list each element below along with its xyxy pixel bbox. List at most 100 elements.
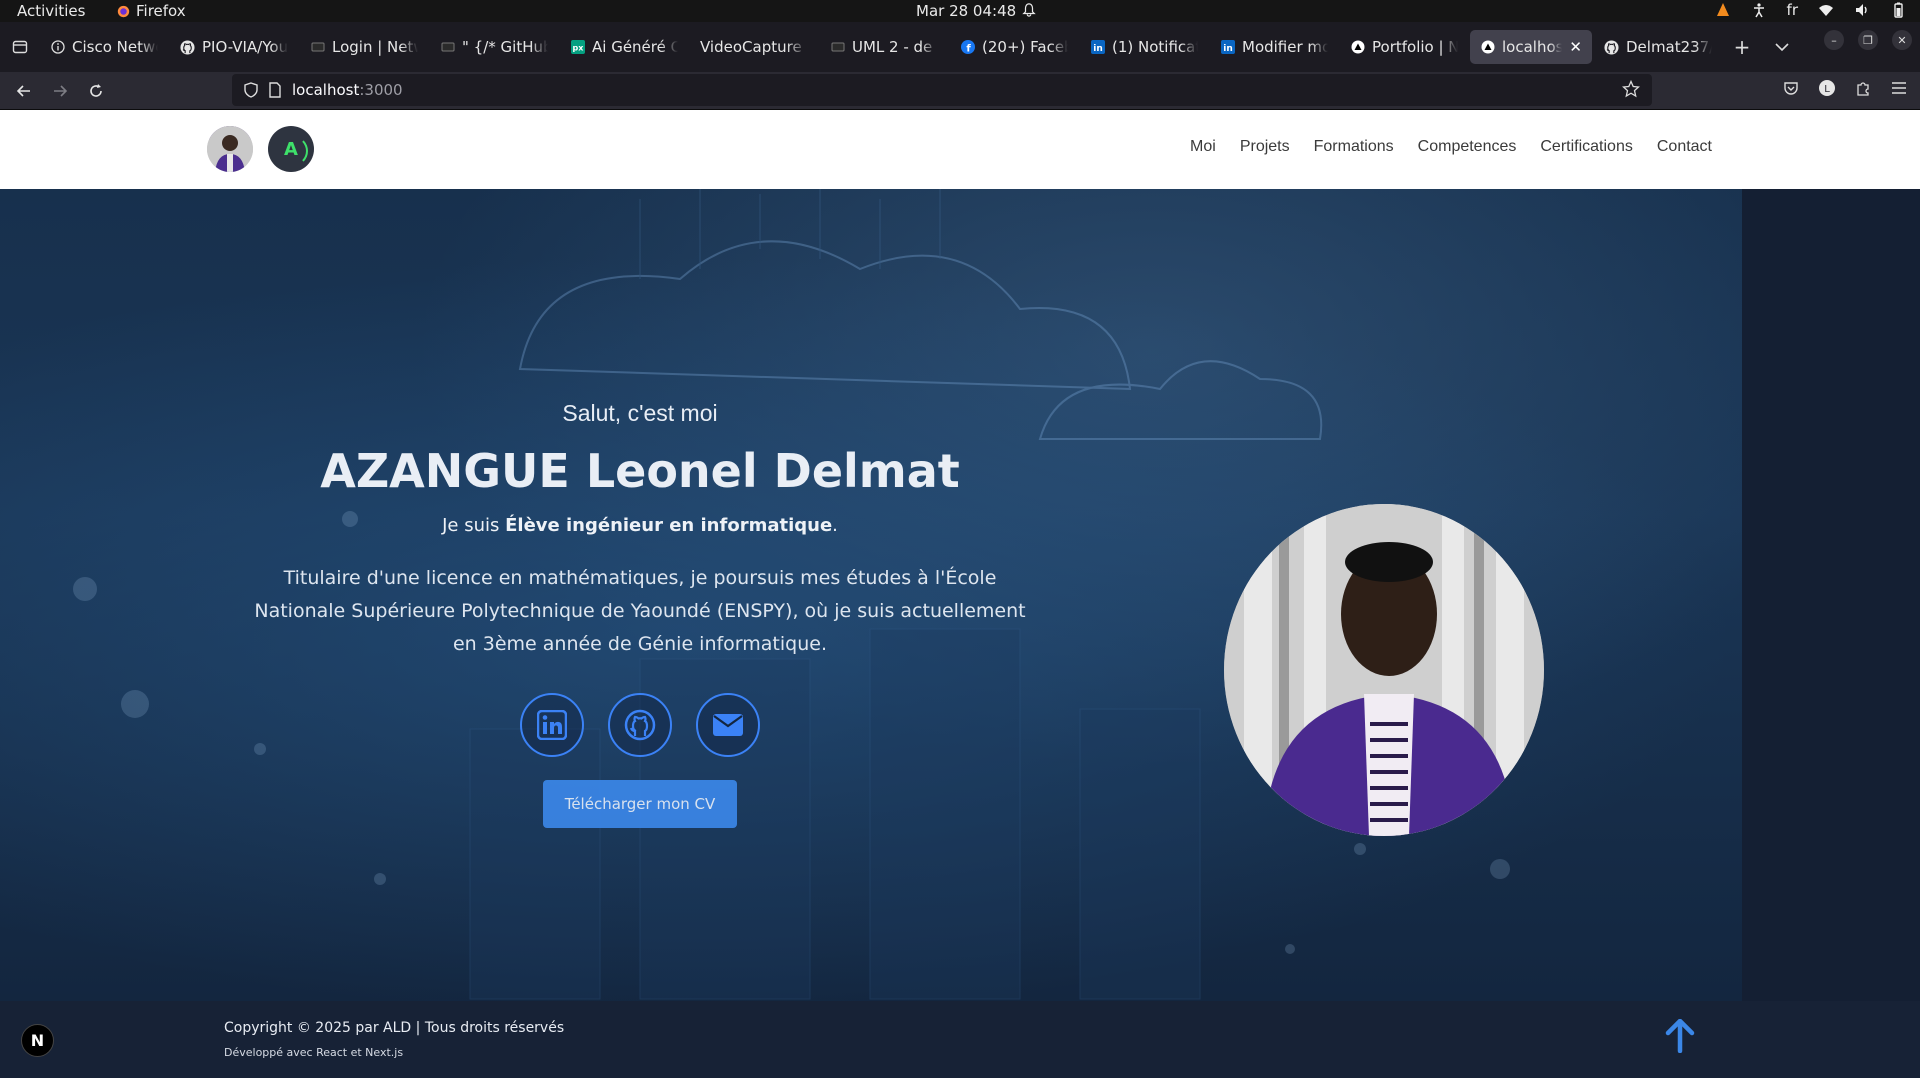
footer-copyright: Copyright © 2025 par ALD | Tous droits r… [224,1020,565,1036]
browser-tab[interactable]: in Modifier mo [1210,30,1338,64]
navigation-toolbar: localhost:3000 L [0,72,1920,110]
svg-text:px: px [572,44,584,53]
window-controls: – ❐ ✕ [1824,30,1912,50]
browser-tab[interactable]: Cisco Netwo [40,30,168,64]
wifi-icon[interactable] [1818,2,1834,18]
browser-tab[interactable]: px Ai Généré O [560,30,688,64]
hero-right-edge [1742,189,1920,1001]
extensions-button[interactable] [1854,79,1872,97]
new-tab-button[interactable]: + [1722,30,1762,64]
site-logo[interactable]: A [268,126,314,172]
close-window-button[interactable]: ✕ [1892,30,1912,50]
site-icon [440,40,455,55]
avatar[interactable] [207,126,253,172]
linkedin-link[interactable] [520,693,584,757]
app-menu[interactable]: Firefox [117,2,186,20]
arrow-right-icon [54,85,68,97]
system-top-bar: Activities Firefox Mar 28 04:48 fr [0,0,1920,22]
svg-text:in: in [1223,44,1233,54]
svg-text:in: in [1093,44,1103,54]
site-icon [830,40,845,55]
forward-button[interactable] [48,79,72,103]
back-button[interactable] [12,79,36,103]
tab-label: (1) Notificati [1112,38,1198,56]
nav-link-projets[interactable]: Projets [1240,138,1290,156]
bell-icon [1022,3,1036,17]
github-link[interactable] [608,693,672,757]
web-page: A Moi Projets Formations Competences Cer… [0,110,1920,1078]
browser-tab[interactable]: " {/* GitHub [430,30,558,64]
nav-link-certifications[interactable]: Certifications [1540,138,1632,156]
site-nav: Moi Projets Formations Competences Certi… [1190,138,1712,156]
profile-photo-thumbnail [207,126,253,172]
menu-button[interactable] [1890,79,1908,97]
vlc-icon[interactable] [1715,2,1731,18]
reload-icon [90,84,102,97]
clock[interactable]: Mar 28 04:48 [916,2,1016,20]
tab-label: Ai Généré O [592,38,678,56]
chevron-down-icon [1775,43,1789,52]
reload-button[interactable] [84,79,108,103]
firefox-view-icon [12,40,28,54]
download-cv-button[interactable]: Télécharger mon CV [543,780,737,828]
close-tab-icon[interactable]: ✕ [1569,38,1582,56]
browser-tab[interactable]: Delmat237/ [1594,30,1722,64]
page-icon[interactable] [268,82,282,98]
system-tray[interactable]: fr [1715,1,1906,19]
tab-label: UML 2 - de l' [852,38,938,56]
site-header: A Moi Projets Formations Competences Cer… [0,110,1920,189]
list-all-tabs-button[interactable] [1762,30,1802,64]
tab-label: Portfolio | N [1372,38,1458,56]
facebook-icon: f [960,40,975,55]
browser-tab[interactable]: UML 2 - de l' [820,30,948,64]
volume-icon[interactable] [1854,2,1870,18]
role-title: Élève ingénieur en informatique [505,515,833,536]
hero-bio: Titulaire d'une licence en mathématiques… [254,567,1026,655]
restore-button[interactable]: ❐ [1858,30,1878,50]
browser-tab[interactable]: Login | Netw [300,30,428,64]
browser-tab[interactable]: VideoCapture ( [690,30,818,64]
email-link[interactable] [696,693,760,757]
svg-text:L: L [1824,84,1830,95]
linkedin-icon [537,710,567,740]
browser-tab[interactable]: PIO-VIA/You [170,30,298,64]
bookmark-star-icon[interactable] [1622,80,1640,98]
nextjs-dev-indicator[interactable]: N [21,1024,54,1057]
vercel-icon [1350,40,1365,55]
battery-icon[interactable] [1890,2,1906,18]
hamburger-icon [1892,82,1906,94]
browser-tab[interactable]: Portfolio | N [1340,30,1468,64]
scroll-to-top-icon[interactable] [1664,1019,1696,1053]
activities-button[interactable]: Activities [17,2,85,20]
keyboard-layout[interactable]: fr [1787,1,1798,19]
footer-credits: Développé avec React et Next.js [224,1046,404,1059]
github-icon [180,39,195,55]
svg-text:f: f [966,44,971,55]
tab-label: (20+) Facebo [982,38,1068,56]
tab-label: Cisco Netwo [72,38,158,56]
toolbar-right: L [1782,79,1908,97]
minimize-button[interactable]: – [1824,30,1844,50]
github-icon [1604,39,1619,55]
account-button[interactable]: L [1818,79,1836,97]
firefox-view-button[interactable] [0,27,40,67]
github-icon [624,709,656,741]
linkedin-icon: in [1220,40,1235,55]
nav-link-competences[interactable]: Competences [1418,138,1517,156]
puzzle-icon [1857,82,1869,96]
vercel-icon [1480,40,1495,55]
nav-link-contact[interactable]: Contact [1657,138,1712,156]
pocket-icon [1784,82,1798,95]
account-icon: L [1819,80,1835,96]
nav-link-moi[interactable]: Moi [1190,138,1216,156]
browser-tab[interactable]: in (1) Notificati [1080,30,1208,64]
url-bar[interactable]: localhost:3000 [232,74,1652,106]
tab-label: Login | Netw [332,38,418,56]
info-icon [50,40,65,55]
browser-tab[interactable]: f (20+) Facebo [950,30,1078,64]
accessibility-icon[interactable] [1751,2,1767,18]
pocket-button[interactable] [1782,79,1800,97]
browser-tab[interactable]: localhost:3 ✕ [1470,30,1592,64]
shield-icon[interactable] [244,82,258,98]
nav-link-formations[interactable]: Formations [1314,138,1394,156]
